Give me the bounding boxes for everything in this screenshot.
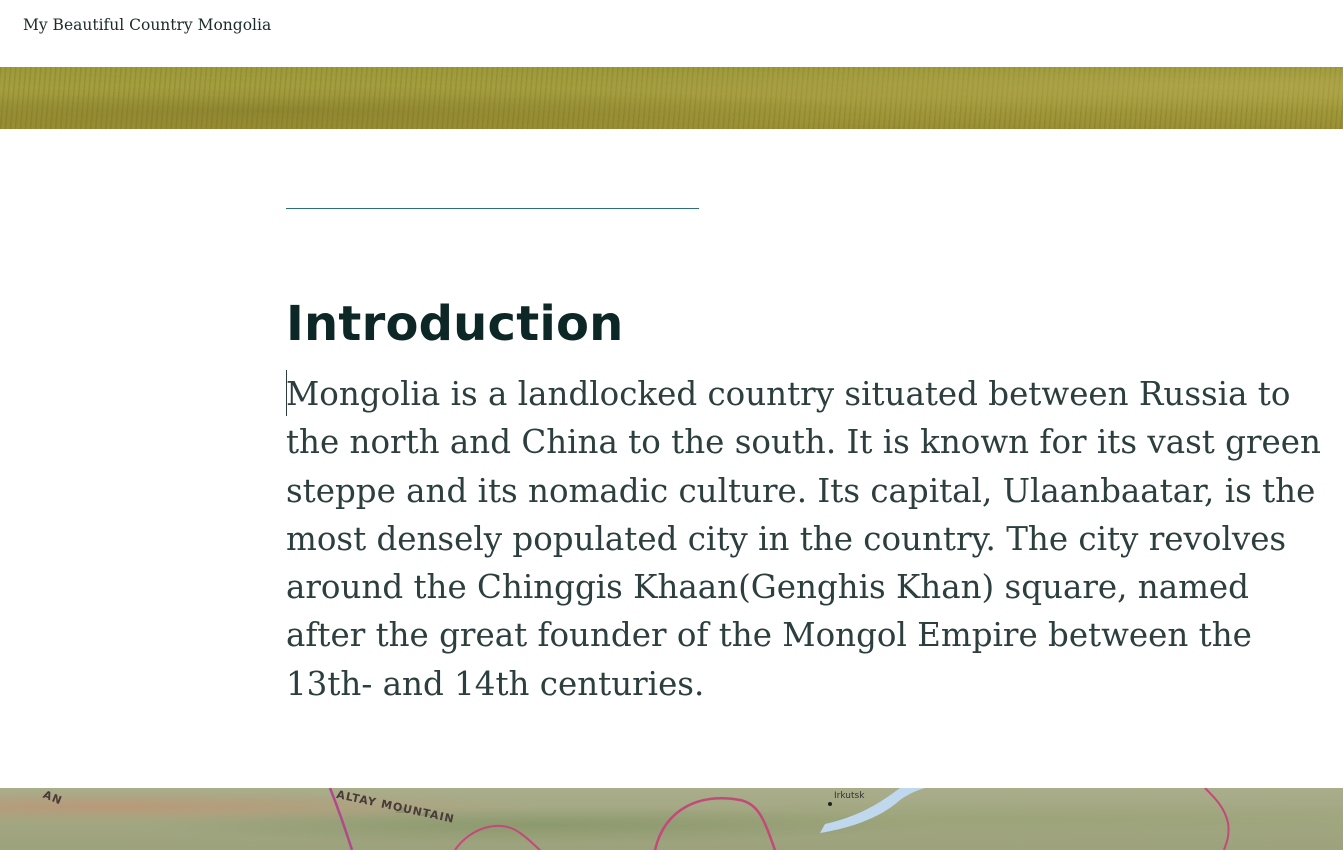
city-marker-icon (828, 802, 832, 806)
site-title-link[interactable]: My Beautiful Country Mongolia (23, 16, 271, 34)
hero-image-grassland (0, 67, 1343, 129)
intro-line: steppe and its nomadic culture. Its capi… (286, 471, 1316, 510)
intro-line: the north and China to the south. It is … (286, 423, 1321, 462)
map-terrain (328, 788, 1230, 850)
map-border-line (454, 824, 541, 850)
section-heading: Introduction (286, 296, 624, 352)
intro-line: Mongolia is a landlocked country situate… (286, 375, 1291, 413)
intro-line: most densely populated city in the count… (286, 519, 1287, 558)
map-border-line (1204, 788, 1230, 850)
intro-line: 13th- and 14th centuries. (286, 664, 705, 703)
map-image-mongolia: AN ALTAY MOUNTAIN Irkutsk (0, 788, 1343, 850)
intro-paragraph[interactable]: Mongolia is a landlocked country situate… (286, 370, 1326, 708)
intro-line: after the great founder of the Mongol Em… (286, 616, 1252, 655)
intro-line: around the Chinggis Khaan(Genghis Khan) … (286, 568, 1249, 607)
map-border-line (653, 797, 777, 850)
site-header: My Beautiful Country Mongolia (0, 0, 1343, 67)
section-divider (286, 208, 699, 209)
map-label-city: Irkutsk (834, 791, 865, 801)
